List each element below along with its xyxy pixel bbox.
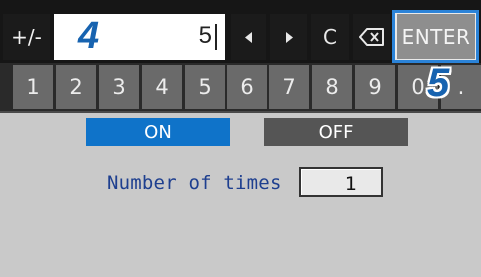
cursor-left-button[interactable] bbox=[231, 14, 266, 60]
digit-button-4[interactable]: 4 bbox=[142, 65, 182, 109]
number-of-times-value: 1 bbox=[344, 173, 357, 195]
cursor-right-button[interactable] bbox=[270, 14, 307, 60]
step-4-callout: 4 bbox=[78, 15, 100, 57]
number-of-times-field[interactable]: 1 bbox=[299, 167, 383, 197]
settings-panel bbox=[0, 113, 481, 277]
digit-button-7[interactable]: 7 bbox=[269, 65, 309, 109]
arrow-right-icon bbox=[285, 31, 293, 43]
digit-button-5[interactable]: 5 bbox=[185, 65, 225, 109]
digit-button-2[interactable]: 2 bbox=[56, 65, 96, 109]
keypad-top-bar: +/- 5 C ENTER bbox=[0, 0, 481, 63]
on-option-button[interactable]: ON bbox=[86, 118, 230, 146]
digit-button-9[interactable]: 9 bbox=[355, 65, 395, 109]
clear-button[interactable]: C bbox=[311, 14, 349, 60]
digit-button-1[interactable]: 1 bbox=[13, 65, 53, 109]
digit-row: 1 2 3 4 5 6 7 8 9 0 . bbox=[0, 63, 481, 113]
text-cursor bbox=[215, 24, 217, 50]
digit-button-6[interactable]: 6 bbox=[227, 65, 267, 109]
step-5-callout: 5 bbox=[427, 61, 450, 105]
arrow-left-icon bbox=[244, 31, 253, 43]
number-of-times-label: Number of times bbox=[107, 172, 282, 194]
off-option-button[interactable]: OFF bbox=[264, 118, 408, 146]
backspace-button[interactable] bbox=[353, 14, 390, 60]
numeric-input-screen: +/- 5 C ENTER 1 2 3 4 5 6 7 8 9 0 . ON O… bbox=[0, 0, 481, 277]
plus-minus-button[interactable]: +/- bbox=[3, 14, 50, 60]
digit-button-8[interactable]: 8 bbox=[312, 65, 352, 109]
display-value: 5 bbox=[198, 22, 212, 49]
digit-button-3[interactable]: 3 bbox=[99, 65, 139, 109]
backspace-icon bbox=[358, 28, 385, 46]
enter-button[interactable]: ENTER bbox=[397, 14, 475, 59]
